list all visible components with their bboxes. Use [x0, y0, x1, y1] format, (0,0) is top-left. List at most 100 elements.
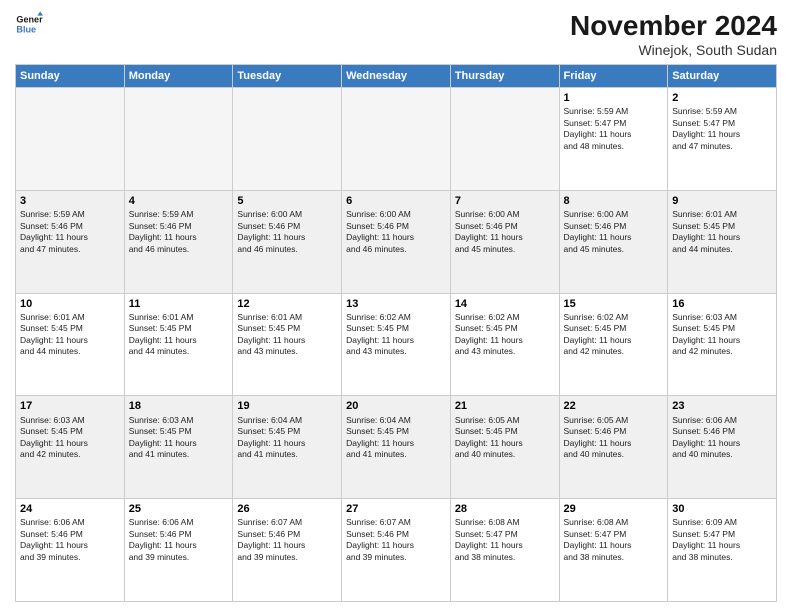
- day-number: 14: [455, 297, 555, 311]
- col-thursday: Thursday: [450, 65, 559, 88]
- day-info: Sunrise: 6:01 AM Sunset: 5:45 PM Dayligh…: [129, 312, 229, 358]
- day-info: Sunrise: 6:00 AM Sunset: 5:46 PM Dayligh…: [237, 209, 337, 255]
- day-number: 6: [346, 194, 446, 208]
- day-info: Sunrise: 6:04 AM Sunset: 5:45 PM Dayligh…: [346, 415, 446, 461]
- day-number: 20: [346, 399, 446, 413]
- calendar-cell: 27Sunrise: 6:07 AM Sunset: 5:46 PM Dayli…: [342, 499, 451, 602]
- day-info: Sunrise: 6:05 AM Sunset: 5:45 PM Dayligh…: [455, 415, 555, 461]
- day-info: Sunrise: 6:05 AM Sunset: 5:46 PM Dayligh…: [564, 415, 664, 461]
- calendar-week-3: 10Sunrise: 6:01 AM Sunset: 5:45 PM Dayli…: [16, 293, 777, 396]
- day-number: 25: [129, 502, 229, 516]
- day-info: Sunrise: 6:07 AM Sunset: 5:46 PM Dayligh…: [346, 517, 446, 563]
- day-info: Sunrise: 6:03 AM Sunset: 5:45 PM Dayligh…: [129, 415, 229, 461]
- svg-text:Blue: Blue: [16, 24, 36, 34]
- day-info: Sunrise: 6:08 AM Sunset: 5:47 PM Dayligh…: [455, 517, 555, 563]
- day-number: 22: [564, 399, 664, 413]
- day-number: 23: [672, 399, 772, 413]
- day-number: 15: [564, 297, 664, 311]
- calendar-cell: 26Sunrise: 6:07 AM Sunset: 5:46 PM Dayli…: [233, 499, 342, 602]
- calendar-cell: 20 Sunrise: 6:04 AM Sunset: 5:45 PM Dayli…: [342, 396, 451, 499]
- day-number: 11: [129, 297, 229, 311]
- calendar-cell: 28Sunrise: 6:08 AM Sunset: 5:47 PM Dayli…: [450, 499, 559, 602]
- day-info: Sunrise: 6:00 AM Sunset: 5:46 PM Dayligh…: [346, 209, 446, 255]
- month-title: November 2024: [570, 10, 777, 42]
- calendar-cell: 17Sunrise: 6:03 AM Sunset: 5:45 PM Dayli…: [16, 396, 125, 499]
- calendar-cell: 10Sunrise: 6:01 AM Sunset: 5:45 PM Dayli…: [16, 293, 125, 396]
- calendar-cell: [124, 88, 233, 191]
- calendar-cell: 13Sunrise: 6:02 AM Sunset: 5:45 PM Dayli…: [342, 293, 451, 396]
- calendar-cell: 21 Sunrise: 6:05 AM Sunset: 5:45 PM Dayli…: [450, 396, 559, 499]
- day-number: 29: [564, 502, 664, 516]
- calendar-week-1: 1 Sunrise: 5:59 AM Sunset: 5:47 PM Daylig…: [16, 88, 777, 191]
- day-number: 17: [20, 399, 120, 413]
- col-wednesday: Wednesday: [342, 65, 451, 88]
- day-info: Sunrise: 6:02 AM Sunset: 5:45 PM Dayligh…: [455, 312, 555, 358]
- day-info: Sunrise: 6:00 AM Sunset: 5:46 PM Dayligh…: [455, 209, 555, 255]
- day-info: Sunrise: 5:59 AM Sunset: 5:47 PM Dayligh…: [672, 106, 772, 152]
- logo: General Blue: [15, 10, 43, 38]
- day-number: 10: [20, 297, 120, 311]
- day-info: Sunrise: 6:00 AM Sunset: 5:46 PM Dayligh…: [564, 209, 664, 255]
- calendar-week-5: 24Sunrise: 6:06 AM Sunset: 5:46 PM Dayli…: [16, 499, 777, 602]
- calendar-cell: 16Sunrise: 6:03 AM Sunset: 5:45 PM Dayli…: [668, 293, 777, 396]
- calendar-cell: 14Sunrise: 6:02 AM Sunset: 5:45 PM Dayli…: [450, 293, 559, 396]
- calendar-cell: 8Sunrise: 6:00 AM Sunset: 5:46 PM Daylig…: [559, 190, 668, 293]
- day-number: 26: [237, 502, 337, 516]
- calendar-cell: 24Sunrise: 6:06 AM Sunset: 5:46 PM Dayli…: [16, 499, 125, 602]
- day-info: Sunrise: 6:04 AM Sunset: 5:45 PM Dayligh…: [237, 415, 337, 461]
- day-info: Sunrise: 6:06 AM Sunset: 5:46 PM Dayligh…: [20, 517, 120, 563]
- calendar-header-row: Sunday Monday Tuesday Wednesday Thursday…: [16, 65, 777, 88]
- day-info: Sunrise: 6:03 AM Sunset: 5:45 PM Dayligh…: [672, 312, 772, 358]
- day-number: 21: [455, 399, 555, 413]
- day-number: 19: [237, 399, 337, 413]
- day-info: Sunrise: 6:02 AM Sunset: 5:45 PM Dayligh…: [564, 312, 664, 358]
- calendar-cell: 18Sunrise: 6:03 AM Sunset: 5:45 PM Dayli…: [124, 396, 233, 499]
- day-number: 9: [672, 194, 772, 208]
- calendar-cell: [233, 88, 342, 191]
- calendar-cell: 7Sunrise: 6:00 AM Sunset: 5:46 PM Daylig…: [450, 190, 559, 293]
- calendar-cell: 12Sunrise: 6:01 AM Sunset: 5:45 PM Dayli…: [233, 293, 342, 396]
- calendar-week-2: 3Sunrise: 5:59 AM Sunset: 5:46 PM Daylig…: [16, 190, 777, 293]
- day-number: 27: [346, 502, 446, 516]
- calendar-cell: 19 Sunrise: 6:04 AM Sunset: 5:45 PM Dayli…: [233, 396, 342, 499]
- day-number: 16: [672, 297, 772, 311]
- day-info: Sunrise: 6:07 AM Sunset: 5:46 PM Dayligh…: [237, 517, 337, 563]
- col-saturday: Saturday: [668, 65, 777, 88]
- day-number: 8: [564, 194, 664, 208]
- calendar-cell: 9Sunrise: 6:01 AM Sunset: 5:45 PM Daylig…: [668, 190, 777, 293]
- day-info: Sunrise: 5:59 AM Sunset: 5:46 PM Dayligh…: [129, 209, 229, 255]
- day-info: Sunrise: 5:59 AM Sunset: 5:46 PM Dayligh…: [20, 209, 120, 255]
- location: Winejok, South Sudan: [570, 42, 777, 58]
- day-number: 1: [564, 91, 664, 105]
- day-info: Sunrise: 6:06 AM Sunset: 5:46 PM Dayligh…: [129, 517, 229, 563]
- col-friday: Friday: [559, 65, 668, 88]
- calendar-cell: 15Sunrise: 6:02 AM Sunset: 5:45 PM Dayli…: [559, 293, 668, 396]
- day-info: Sunrise: 6:09 AM Sunset: 5:47 PM Dayligh…: [672, 517, 772, 563]
- calendar-cell: 2Sunrise: 5:59 AM Sunset: 5:47 PM Daylig…: [668, 88, 777, 191]
- col-monday: Monday: [124, 65, 233, 88]
- day-number: 4: [129, 194, 229, 208]
- col-tuesday: Tuesday: [233, 65, 342, 88]
- day-number: 12: [237, 297, 337, 311]
- calendar-cell: [16, 88, 125, 191]
- calendar-cell: 4Sunrise: 5:59 AM Sunset: 5:46 PM Daylig…: [124, 190, 233, 293]
- title-section: November 2024 Winejok, South Sudan: [570, 10, 777, 58]
- calendar-week-4: 17 Sunrise: 6:03 AM Sunset: 5:45 PM Dayli…: [16, 396, 777, 499]
- calendar-cell: 25Sunrise: 6:06 AM Sunset: 5:46 PM Dayli…: [124, 499, 233, 602]
- calendar-cell: 1Sunrise: 5:59 AM Sunset: 5:47 PM Daylig…: [559, 88, 668, 191]
- calendar-cell: 23Sunrise: 6:06 AM Sunset: 5:46 PM Dayli…: [668, 396, 777, 499]
- day-number: 7: [455, 194, 555, 208]
- svg-text:General: General: [16, 15, 43, 25]
- day-number: 28: [455, 502, 555, 516]
- day-number: 24: [20, 502, 120, 516]
- col-sunday: Sunday: [16, 65, 125, 88]
- calendar-cell: [450, 88, 559, 191]
- header: General Blue November 2024 Winejok, Sout…: [15, 10, 777, 58]
- day-info: Sunrise: 6:01 AM Sunset: 5:45 PM Dayligh…: [20, 312, 120, 358]
- day-info: Sunrise: 6:01 AM Sunset: 5:45 PM Dayligh…: [237, 312, 337, 358]
- calendar-table: Sunday Monday Tuesday Wednesday Thursday…: [15, 64, 777, 602]
- calendar-cell: 6Sunrise: 6:00 AM Sunset: 5:46 PM Daylig…: [342, 190, 451, 293]
- logo-icon: General Blue: [15, 10, 43, 38]
- calendar-cell: 5Sunrise: 6:00 AM Sunset: 5:46 PM Daylig…: [233, 190, 342, 293]
- page: General Blue November 2024 Winejok, Sout…: [0, 0, 792, 612]
